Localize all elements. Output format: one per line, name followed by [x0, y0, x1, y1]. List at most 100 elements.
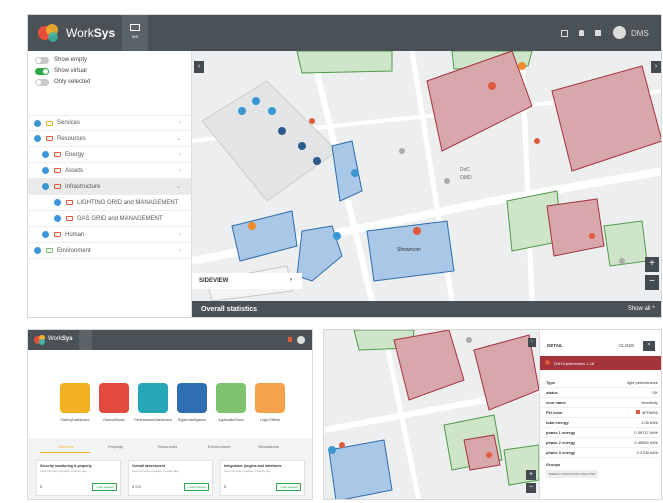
tab-services[interactable]: Services — [58, 444, 73, 449]
detail-header: D4H Kantinestrec 1.18 — [540, 356, 661, 370]
toggle-label: Show virtual — [54, 68, 87, 74]
checkbox-icon[interactable] — [34, 119, 41, 127]
tile-performance-dashboard[interactable] — [138, 383, 168, 413]
toggle-show-empty[interactable] — [35, 57, 49, 64]
folder-icon — [66, 200, 73, 205]
apps-icon[interactable] — [595, 30, 601, 36]
building[interactable] — [426, 51, 533, 152]
building[interactable] — [551, 65, 662, 172]
site-map-zoomed[interactable]: + − › — [324, 330, 539, 500]
toggle-only-selected[interactable] — [35, 79, 49, 86]
map-label-showroom: Showroom — [397, 247, 421, 253]
app-brand: WorkSys — [48, 336, 73, 342]
checkbox-icon[interactable] — [42, 151, 49, 158]
color-swatch — [635, 410, 640, 414]
summary-card[interactable]: Security monitoring & property Last info… — [36, 460, 121, 496]
folder-icon — [46, 120, 53, 126]
tree-item-resources[interactable]: Resources ⌄ — [28, 131, 191, 147]
close-icon[interactable]: × — [643, 341, 655, 351]
avatar[interactable] — [613, 26, 626, 39]
sideview-bar[interactable]: SIDEVIEW › — [192, 273, 302, 289]
building[interactable] — [546, 198, 605, 257]
grid-icon[interactable] — [561, 30, 568, 37]
folder-icon — [54, 184, 61, 189]
tree-item-assets[interactable]: Assets › — [28, 163, 191, 179]
folder-icon — [46, 248, 53, 253]
zoom-out-button[interactable]: − — [526, 483, 536, 493]
site-map[interactable]: DoC OMD Showroom ‹ › SIDEVIEW › + − — [192, 51, 662, 301]
close-button[interactable]: CLOSE — [619, 343, 634, 348]
app-brand: WorkSys — [66, 26, 116, 40]
zoom-in-button[interactable]: + — [645, 257, 659, 272]
tab-property[interactable]: Property — [108, 444, 123, 449]
tile-factory-studio[interactable] — [99, 383, 129, 413]
add-widgets-button[interactable]: + Add widgets — [92, 483, 117, 491]
detail-panel: DETAIL CLOSE × D4H Kantinestrec 1.18 Typ… — [539, 330, 661, 499]
zoom-in-button[interactable]: + — [526, 470, 536, 480]
bell-icon[interactable] — [579, 30, 584, 36]
chevron-down-icon: ⌄ — [175, 136, 181, 142]
collapse-right-button[interactable]: › — [651, 61, 661, 73]
overall-stats-bar[interactable]: Overall statistics Show all ^ — [192, 301, 661, 317]
tab-simulations[interactable]: Simulations — [258, 444, 279, 449]
tile-factory-dashboard[interactable] — [60, 383, 90, 413]
toggle-label: Show empty — [54, 57, 88, 63]
tab-underline — [40, 452, 90, 453]
group-tag[interactable]: ENERGY ADDITIONAL ANALYSIS — [546, 470, 599, 478]
avatar[interactable] — [297, 336, 305, 344]
dashboard-tabs: Services Property Resources Environment … — [28, 438, 312, 499]
building[interactable] — [296, 51, 393, 74]
tree-item-gas[interactable]: GAS GRID and MANAGEMENT — [28, 211, 191, 227]
chevron-right-icon: › — [179, 247, 181, 254]
tile-logic-effects[interactable] — [255, 383, 285, 413]
toggle-show-virtual[interactable] — [35, 68, 49, 75]
building[interactable] — [603, 220, 648, 267]
worksys-logo-icon — [38, 24, 58, 42]
tab-resources[interactable]: Resources — [158, 444, 177, 449]
zoom-out-button[interactable]: − — [645, 275, 659, 290]
chevron-right-icon: › — [179, 151, 181, 158]
detail-row: phase 3 energy 0.3708 kWh — [540, 448, 661, 458]
tree-item-environment[interactable]: Environment › — [28, 243, 191, 259]
summary-card[interactable]: Integration: plugins and interfaces Last… — [220, 460, 305, 496]
add-widgets-button[interactable]: + Add widgets — [276, 483, 301, 491]
checkbox-icon[interactable] — [54, 199, 61, 206]
nav-tab-ws[interactable]: WS — [122, 15, 148, 51]
tile-digital-intelligence[interactable] — [177, 383, 207, 413]
main-app-screenshot: WorkSys WS DMS Show empty Show virtual O… — [27, 14, 662, 318]
nav-tab-ws[interactable] — [79, 330, 92, 350]
detail-row: status OK — [540, 388, 661, 398]
collapse-left-button[interactable]: ‹ — [194, 61, 204, 73]
building[interactable] — [463, 434, 501, 471]
tree-item-human[interactable]: Human › — [28, 227, 191, 243]
dashboard-screenshot: WorkSys FactoryDashboard FactoryStudio P… — [27, 329, 313, 500]
tree-item-infrastructure[interactable]: Infrastructure ⌄ — [28, 179, 191, 195]
checkbox-icon[interactable] — [34, 135, 41, 142]
checkbox-icon[interactable] — [42, 231, 49, 238]
tree-item-services[interactable]: Services › — [28, 115, 191, 131]
add-widgets-button[interactable]: + Add widgets — [184, 483, 209, 491]
building[interactable] — [231, 210, 298, 262]
map-canvas[interactable] — [324, 330, 539, 500]
tree-item-lighting[interactable]: LIGHTING GRID and MANAGEMENT — [28, 195, 191, 211]
checkbox-icon[interactable] — [54, 215, 61, 222]
chevron-right-icon: › — [179, 231, 181, 238]
map-canvas[interactable]: DoC OMD Showroom — [192, 51, 662, 301]
left-panel: Show empty Show virtual Only selected Se… — [28, 51, 192, 317]
tree-item-energy[interactable]: Energy › — [28, 147, 191, 163]
checkbox-icon[interactable] — [42, 183, 49, 190]
checkbox-icon[interactable] — [34, 247, 41, 254]
summary-card[interactable]: Overall assessment Last info was updated… — [128, 460, 213, 496]
collapse-right-button[interactable]: › — [528, 338, 536, 347]
tab-environment[interactable]: Environment — [208, 444, 230, 449]
toggle-label: Only selected — [54, 79, 91, 85]
folder-icon — [54, 232, 61, 237]
checkbox-icon[interactable] — [42, 167, 49, 174]
bell-icon[interactable] — [288, 337, 292, 342]
building[interactable] — [393, 330, 465, 401]
show-all-link[interactable]: Show all ^ — [628, 306, 655, 312]
building[interactable] — [328, 439, 393, 500]
folder-icon — [54, 152, 61, 157]
tile-label: Logic Effects — [260, 418, 280, 422]
tile-application-store[interactable] — [216, 383, 246, 413]
